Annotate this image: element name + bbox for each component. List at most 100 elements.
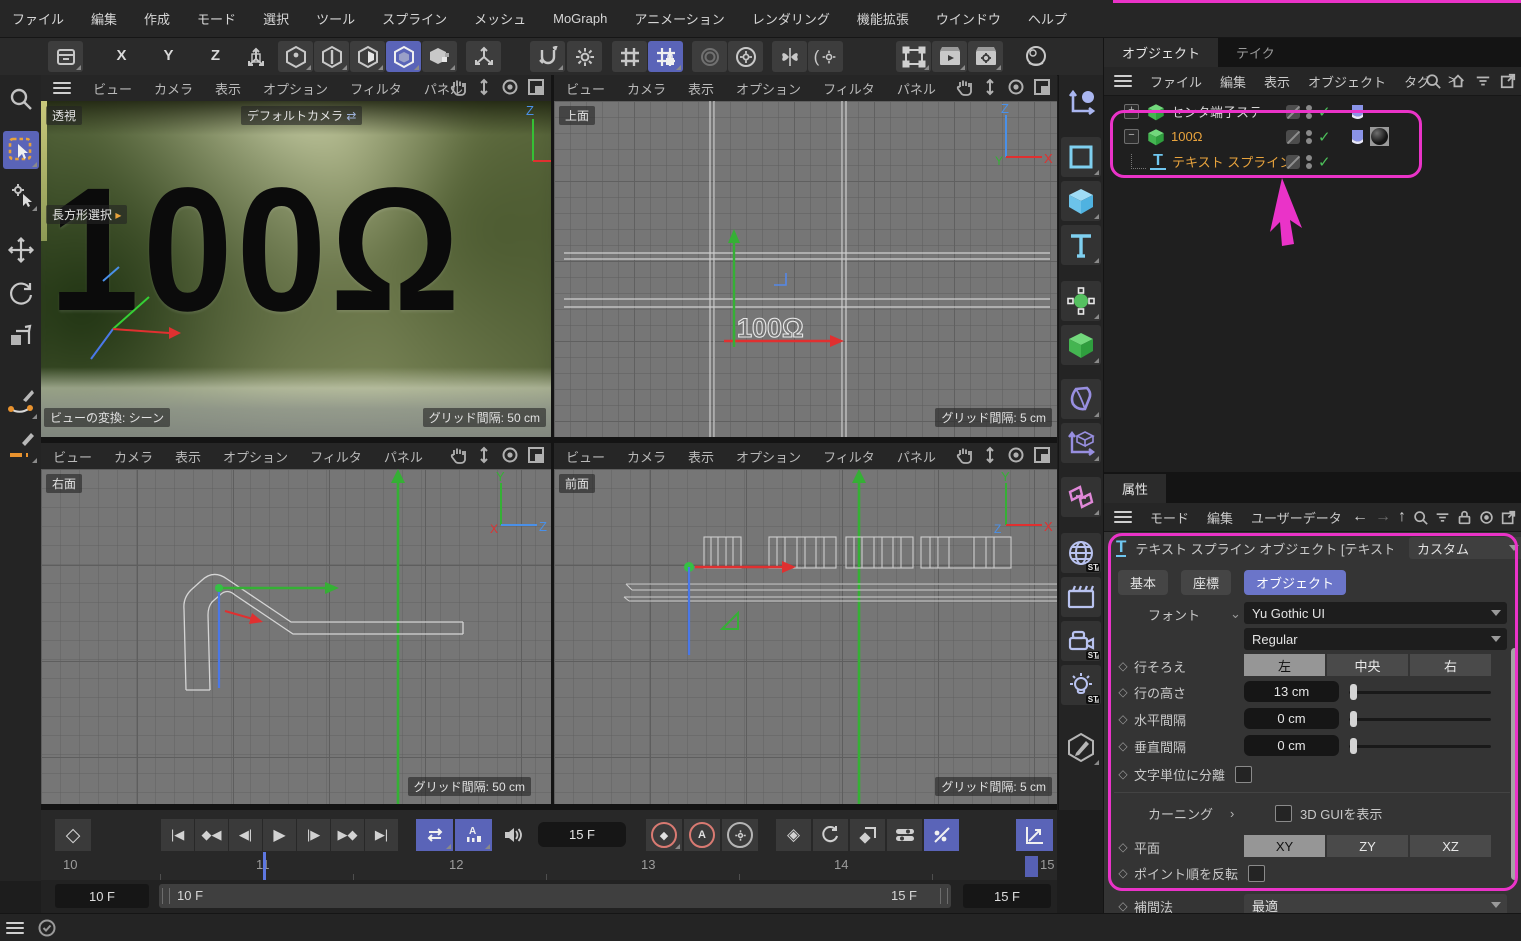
model-mode-icon[interactable] — [386, 41, 421, 72]
sky-object-icon[interactable]: ST — [1061, 533, 1101, 573]
viewport-perspective[interactable]: ビューカメラ表示オプションフィルタパネル 100Ω — [41, 75, 551, 437]
key-scale-button[interactable] — [850, 819, 885, 851]
home-icon[interactable] — [1450, 73, 1466, 89]
viewport-menu-item[interactable]: 表示 — [688, 79, 714, 98]
attribute-menu-item[interactable]: 編集 — [1207, 508, 1233, 527]
goto-start-button[interactable]: |◀ — [161, 819, 194, 851]
record-keyframe-button[interactable]: ◆ — [646, 819, 682, 851]
extrude-generator-icon[interactable] — [1061, 181, 1101, 221]
menu-item[interactable]: ヘルプ — [1028, 9, 1067, 28]
object-row-text-spline[interactable]: T テキスト スプライン ✓ — [1104, 149, 1521, 174]
render-settings-icon[interactable] — [968, 41, 1003, 72]
visibility-dots-icon[interactable] — [1306, 105, 1312, 119]
pan-hand-icon[interactable] — [449, 78, 467, 96]
enabled-check-icon[interactable]: ✓ — [1318, 128, 1331, 146]
sound-button[interactable] — [494, 819, 531, 851]
object-manager-menu-item[interactable]: 表示 — [1264, 72, 1290, 91]
dolly-icon[interactable] — [475, 78, 493, 96]
goto-end-button[interactable]: ▶| — [365, 819, 398, 851]
menu-item[interactable]: 機能拡張 — [857, 9, 909, 28]
target-icon[interactable] — [1479, 510, 1494, 525]
tab-attributes[interactable]: 属性 — [1104, 474, 1166, 503]
symmetry-icon[interactable] — [772, 41, 807, 72]
maximize-view-icon[interactable] — [1033, 446, 1051, 464]
anim-diamond-icon[interactable]: ◇ — [1116, 899, 1130, 913]
material-tag-icon[interactable] — [1370, 127, 1389, 146]
coordinates-ball-icon[interactable] — [1061, 83, 1101, 123]
viewport-menu-item[interactable]: ビュー — [53, 447, 92, 466]
anim-diamond-icon[interactable]: ◇ — [1116, 840, 1130, 854]
popout-icon[interactable] — [1500, 73, 1516, 89]
menu-item[interactable]: MoGraph — [553, 11, 607, 26]
range-slider[interactable]: 10 F 15 F — [159, 884, 951, 908]
plane-zy-button[interactable]: ZY — [1327, 835, 1408, 857]
visibility-dots-icon[interactable] — [1306, 130, 1312, 144]
text-spline-icon[interactable] — [1061, 225, 1101, 265]
parent-up-icon[interactable]: ↑ — [1398, 508, 1406, 526]
viewport-menu-item[interactable]: パネル — [897, 447, 936, 466]
viewport-menu-item[interactable]: 表示 — [688, 447, 714, 466]
menu-item[interactable]: 選択 — [263, 9, 289, 28]
playhead[interactable] — [263, 852, 266, 880]
menu-item[interactable]: アニメーション — [634, 9, 724, 28]
phong-tag-icon[interactable] — [1350, 104, 1365, 120]
snap-settings-gear-icon[interactable] — [567, 41, 602, 72]
edit-render-settings-icon[interactable] — [1061, 727, 1101, 767]
h-spacing-slider[interactable] — [1349, 708, 1491, 730]
menu-item[interactable]: ファイル — [12, 9, 64, 28]
popout-icon[interactable] — [1501, 510, 1516, 525]
anim-diamond-icon[interactable]: ◇ — [1116, 685, 1130, 699]
menu-item[interactable]: レンダリング — [752, 9, 830, 28]
show-3d-gui-checkbox[interactable] — [1275, 805, 1292, 822]
tab-coordinates[interactable]: 座標 — [1181, 570, 1231, 595]
viewport-menu-item[interactable]: カメラ — [627, 79, 666, 98]
object-name[interactable]: センタ端子ステー — [1171, 102, 1275, 121]
viewport-front[interactable]: ビューカメラ表示オプションフィルタパネル — [554, 443, 1057, 804]
plane-xy-button[interactable]: XY — [1244, 835, 1325, 857]
loop-playback-button[interactable] — [416, 819, 453, 851]
filter-icon[interactable] — [1475, 73, 1491, 89]
viewport-menu-item[interactable]: パネル — [897, 79, 936, 98]
anim-diamond-icon[interactable]: ◇ — [1116, 659, 1130, 673]
plane-xz-button[interactable]: XZ — [1410, 835, 1491, 857]
v-spacing-slider[interactable] — [1349, 735, 1491, 757]
range-end-field[interactable]: 15 F — [963, 884, 1051, 908]
axis-modification-icon[interactable] — [466, 41, 501, 72]
filter-icon[interactable] — [1435, 510, 1450, 525]
enabled-check-icon[interactable]: ✓ — [1318, 103, 1331, 121]
tab-objects[interactable]: オブジェクト — [1104, 38, 1218, 67]
render-region-icon[interactable] — [896, 41, 931, 72]
enabled-check-icon[interactable]: ✓ — [1318, 153, 1331, 171]
align-right-button[interactable]: 右 — [1410, 654, 1491, 676]
maximize-view-icon[interactable] — [527, 446, 545, 464]
tweak-mode-icon[interactable] — [3, 175, 39, 213]
points-mode-icon[interactable] — [278, 41, 313, 72]
end-frame-marker[interactable] — [1025, 856, 1038, 877]
object-manager-menu-item[interactable]: 編集 — [1220, 72, 1246, 91]
autokey-meter-button[interactable]: A — [455, 819, 492, 851]
viewport-menu-item[interactable]: フィルタ — [350, 79, 402, 98]
viewport-menu-item[interactable]: カメラ — [154, 79, 193, 98]
cube-primitive-icon[interactable] — [1061, 325, 1101, 365]
align-center-button[interactable]: 中央 — [1327, 654, 1408, 676]
dolly-icon[interactable] — [981, 446, 999, 464]
range-grip-right[interactable] — [940, 888, 948, 904]
phong-tag-icon[interactable] — [1350, 129, 1365, 145]
boolean-generator-icon[interactable] — [1061, 477, 1101, 517]
last-tool-icon[interactable] — [48, 41, 83, 72]
anim-diamond-icon[interactable]: ◇ — [1116, 767, 1130, 781]
attribute-menu-item[interactable]: ユーザーデータ — [1251, 508, 1342, 527]
subdivision-surface-icon[interactable] — [1061, 379, 1101, 419]
material-sphere-icon[interactable] — [1018, 41, 1053, 72]
viewport-right[interactable]: ビューカメラ表示オプションフィルタパネル — [41, 443, 551, 804]
preset-dropdown[interactable]: カスタム — [1409, 537, 1521, 559]
menu-item[interactable]: ウインドウ — [936, 9, 1001, 28]
layer-icon[interactable] — [1286, 105, 1300, 119]
tab-takes[interactable]: テイク — [1218, 38, 1293, 67]
tab-basic[interactable]: 基本 — [1118, 570, 1168, 595]
edges-mode-icon[interactable] — [314, 41, 349, 72]
play-button[interactable]: ▶ — [263, 819, 296, 851]
fcurve-mode-button[interactable] — [1016, 819, 1053, 851]
panel-menu-icon[interactable] — [1114, 75, 1132, 87]
quantize-icon[interactable] — [612, 41, 647, 72]
